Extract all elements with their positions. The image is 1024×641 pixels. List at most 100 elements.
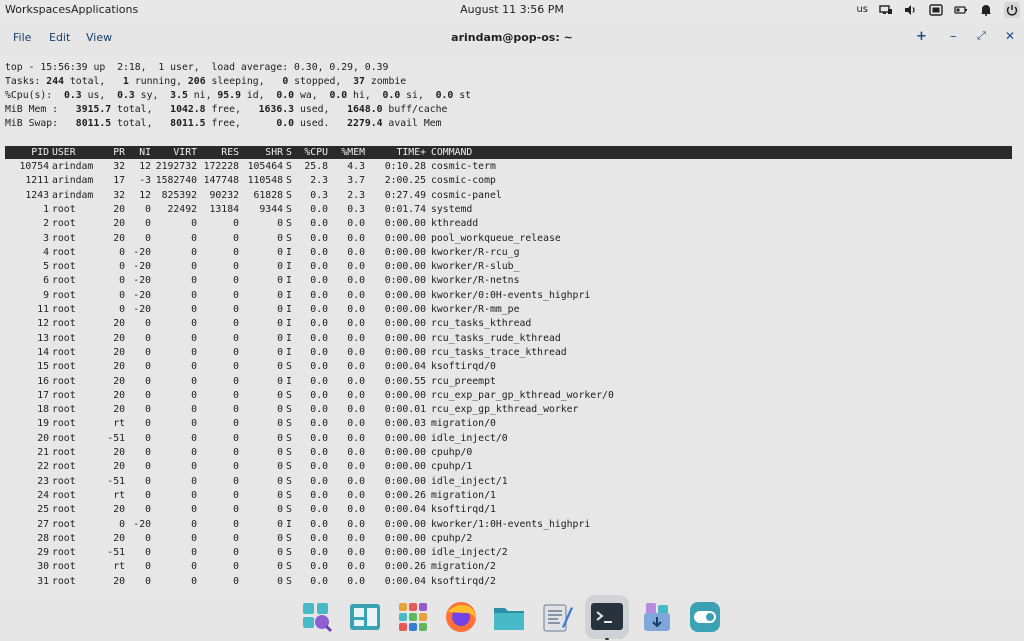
cell-pr: 20 [113,389,125,401]
firefox-icon[interactable] [444,600,478,634]
cell-pid: 9 [43,289,49,301]
launcher-icon[interactable] [300,600,334,634]
cell-cmd: cosmic-panel [431,189,502,201]
cell-pr: 20 [113,232,125,244]
cell-user: root [52,318,76,330]
cell-virt: 2192732 [155,161,197,172]
screenshot-icon[interactable] [929,3,943,16]
cell-s: S [286,461,292,473]
cell-virt: 22492 [167,203,198,215]
cell-cpu: 0.0 [310,504,328,516]
cell-pr: 20 [113,461,125,473]
terminal-icon[interactable] [590,600,624,634]
cell-virt: 0 [191,575,197,587]
cell-pr: 32 [113,189,125,201]
cell-mem: 0.3 [347,203,365,215]
cell-time: 0:00.00 [384,547,426,559]
cell-virt: 0 [191,561,197,573]
cell-s: S [286,389,292,401]
cell-cpu: 0.0 [310,518,328,530]
cell-shr: 0 [277,418,283,430]
cell-cmd: rcu_tasks_kthread [431,318,532,330]
cell-pr: 0 [119,275,125,287]
cell-ni: 0 [145,332,151,344]
network-icon[interactable] [879,4,893,16]
cell-mem: 0.0 [347,318,365,330]
cell-s: S [286,489,292,501]
cell-ni: 0 [145,404,151,416]
table-row: 31 root 20 0 0 0 0 S 0.0 0.0 0:00.04 ksoftirqd/2 [5,575,1012,589]
cell-user: arindam [52,189,94,201]
cell-mem: 0.0 [347,532,365,544]
cell-virt: 0 [191,404,197,416]
applications-button[interactable]: Applications [71,3,138,16]
cell-ni: 0 [145,389,151,401]
cell-time: 0:00.00 [384,289,426,301]
cell-user: arindam [52,175,94,187]
notifications-icon[interactable] [979,4,993,16]
column-header-mem: %MEM [341,147,365,158]
cell-time: 0:00.00 [384,232,426,244]
cell-ni: 0 [145,318,151,330]
cell-res: 0 [233,389,239,401]
cell-cpu: 0.0 [310,432,328,444]
cell-res: 0 [233,489,239,501]
cell-cmd: rcu_exp_gp_kthread_worker [431,404,579,416]
table-row: 21 root 20 0 0 0 0 S 0.0 0.0 0:00.00 cpuhp/0 [5,446,1012,460]
app-library-icon[interactable] [396,600,430,634]
cell-res: 0 [233,261,239,273]
cell-s: I [286,261,292,273]
terminal-view[interactable]: top - 15:56:39 up 2:18, 1 user, load ave… [0,55,1024,595]
maximize-button[interactable]: ⤢ [977,29,986,43]
cell-time: 0:00.00 [384,518,426,530]
column-header-pid: PID [31,147,49,158]
workspaces-icon[interactable] [348,600,382,634]
cell-pr: 20 [113,318,125,330]
power-icon[interactable] [1004,1,1020,18]
minimize-button[interactable]: – [950,29,957,44]
cell-pr: 17 [113,175,125,187]
cell-mem: 0.0 [347,489,365,501]
cell-user: root [52,361,76,373]
cell-pid: 11 [37,304,49,315]
cell-res: 0 [233,475,239,487]
cell-pid: 1211 [25,175,49,187]
volume-icon[interactable] [904,4,918,16]
settings-icon[interactable] [688,600,722,634]
cell-mem: 0.0 [347,432,365,444]
cell-pid: 22 [37,461,49,473]
cell-user: root [52,518,76,530]
cell-user: root [52,346,76,358]
cell-res: 0 [233,575,239,587]
cell-res: 0 [233,289,239,301]
cell-time: 0:00.00 [384,246,426,258]
battery-icon[interactable] [954,4,968,16]
workspaces-button[interactable]: Workspaces [5,3,71,16]
cell-time: 0:01.74 [384,203,426,215]
store-icon[interactable] [640,600,674,634]
cell-shr: 0 [277,304,283,315]
cell-shr: 0 [277,275,283,287]
cell-mem: 0.0 [347,275,365,287]
cell-pr: 0 [119,246,125,258]
cell-mem: 0.0 [347,461,365,473]
cell-user: root [52,203,76,215]
cell-pr: -51 [107,432,125,444]
cell-virt: 0 [191,361,197,373]
cell-ni: 0 [145,489,151,501]
column-header-cpu: %CPU [304,147,328,158]
new-tab-button[interactable]: + [916,29,927,44]
cell-ni: 0 [145,432,151,444]
files-icon[interactable] [492,600,526,634]
cell-shr: 0 [277,461,283,473]
close-button[interactable]: ✕ [1005,29,1015,43]
keyboard-layout[interactable]: us [856,4,868,15]
cell-pid: 10754 [19,161,50,172]
text-editor-icon[interactable] [540,600,574,634]
cell-pid: 1243 [25,189,49,201]
cell-cmd: migration/2 [431,561,496,573]
cell-time: 0:00.03 [384,418,426,430]
cell-mem: 0.0 [347,575,365,587]
cell-cpu: 0.0 [310,275,328,287]
cell-res: 147748 [203,175,239,187]
